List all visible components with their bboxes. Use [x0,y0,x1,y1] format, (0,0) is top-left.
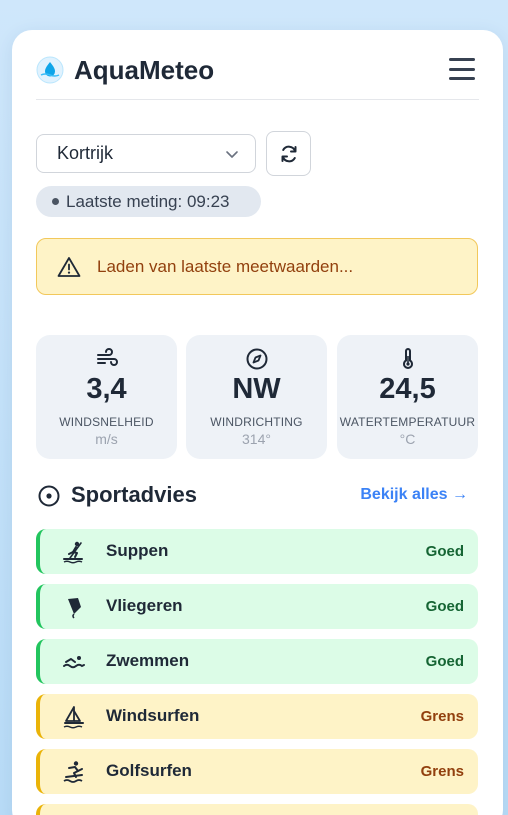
thermometer-icon [402,348,413,369]
app-header: AquaMeteo [36,52,479,100]
list-item-windsurfen[interactable]: Windsurfen Grens [36,694,478,739]
swimming-icon [63,656,85,669]
sport-status: Grens [420,708,464,725]
surfing-icon [63,761,83,783]
compass-icon [246,348,267,370]
section-title: Sportadvies [71,482,197,507]
sport-name: Golfsurfen [106,761,192,780]
stat-value: 24,5 [379,373,436,405]
stat-card-water-temperature: 24,5 WATERTEMPERATUUR °C [337,335,478,459]
sup-icon [63,541,83,564]
target-icon [38,485,60,507]
water-drop-logo-icon [36,56,64,84]
refresh-button[interactable] [266,131,311,176]
hamburger-menu-icon[interactable] [449,58,475,80]
wind-icon [96,348,118,366]
sport-name: Zwemmen [106,651,190,670]
sport-name: Suppen [106,541,169,560]
stat-card-wind-speed: 3,4 WINDSNELHEID m/s [36,335,177,459]
kite-icon [68,598,81,619]
list-item-suppen[interactable]: Suppen Goed [36,529,478,574]
stat-label: WINDRICHTING [210,415,303,429]
stats-grid: 3,4 WINDSNELHEID m/s NW WINDRICHTING 314… [36,335,478,459]
refresh-icon [281,145,296,162]
location-select[interactable]: Kortrijk [36,134,256,173]
sport-status: Grens [420,763,464,780]
list-item-zwemmen[interactable]: Zwemmen Goed [36,639,478,684]
sport-advice-header: Sportadvies Bekijk alles → [36,480,478,512]
status-badge: Laatste meting: 09:23 [36,186,261,217]
sport-status: Goed [425,598,464,615]
stat-label: WINDSNELHEID [59,415,154,429]
sport-name: Vliegeren [106,596,183,615]
loading-alert: Laden van laatste meetwaarden... [36,238,478,295]
list-item-vliegeren[interactable]: Vliegeren Goed [36,584,478,629]
list-item-golfsurfen[interactable]: Golfsurfen Grens [36,749,478,794]
stat-card-wind-direction: NW WINDRICHTING 314° [186,335,327,459]
sport-status: Goed [425,653,464,670]
stat-unit: m/s [95,431,118,447]
stat-value: NW [232,373,281,405]
sport-name: Windsurfen [106,706,200,725]
chevron-down-icon [226,151,238,158]
status-dot [52,198,59,205]
stat-value: 3,4 [86,373,127,405]
windsurf-icon [63,706,84,729]
last-measurement-text: Laatste meting: 09:23 [66,191,230,211]
location-select-value: Kortrijk [57,143,114,163]
app-title: AquaMeteo [74,55,215,85]
list-item-partial[interactable] [36,804,478,815]
stat-unit: °C [399,431,416,447]
view-all-link[interactable]: Bekijk alles → [360,486,468,504]
main-card: AquaMeteo Kortrijk Laatste meting: 09:23… [12,30,503,815]
warning-icon [57,256,81,277]
stat-label: WATERTEMPERATUUR [339,415,476,429]
sport-status: Goed [425,543,464,560]
stat-unit: 314° [242,431,271,447]
alert-message: Laden van laatste meetwaarden... [97,256,354,276]
